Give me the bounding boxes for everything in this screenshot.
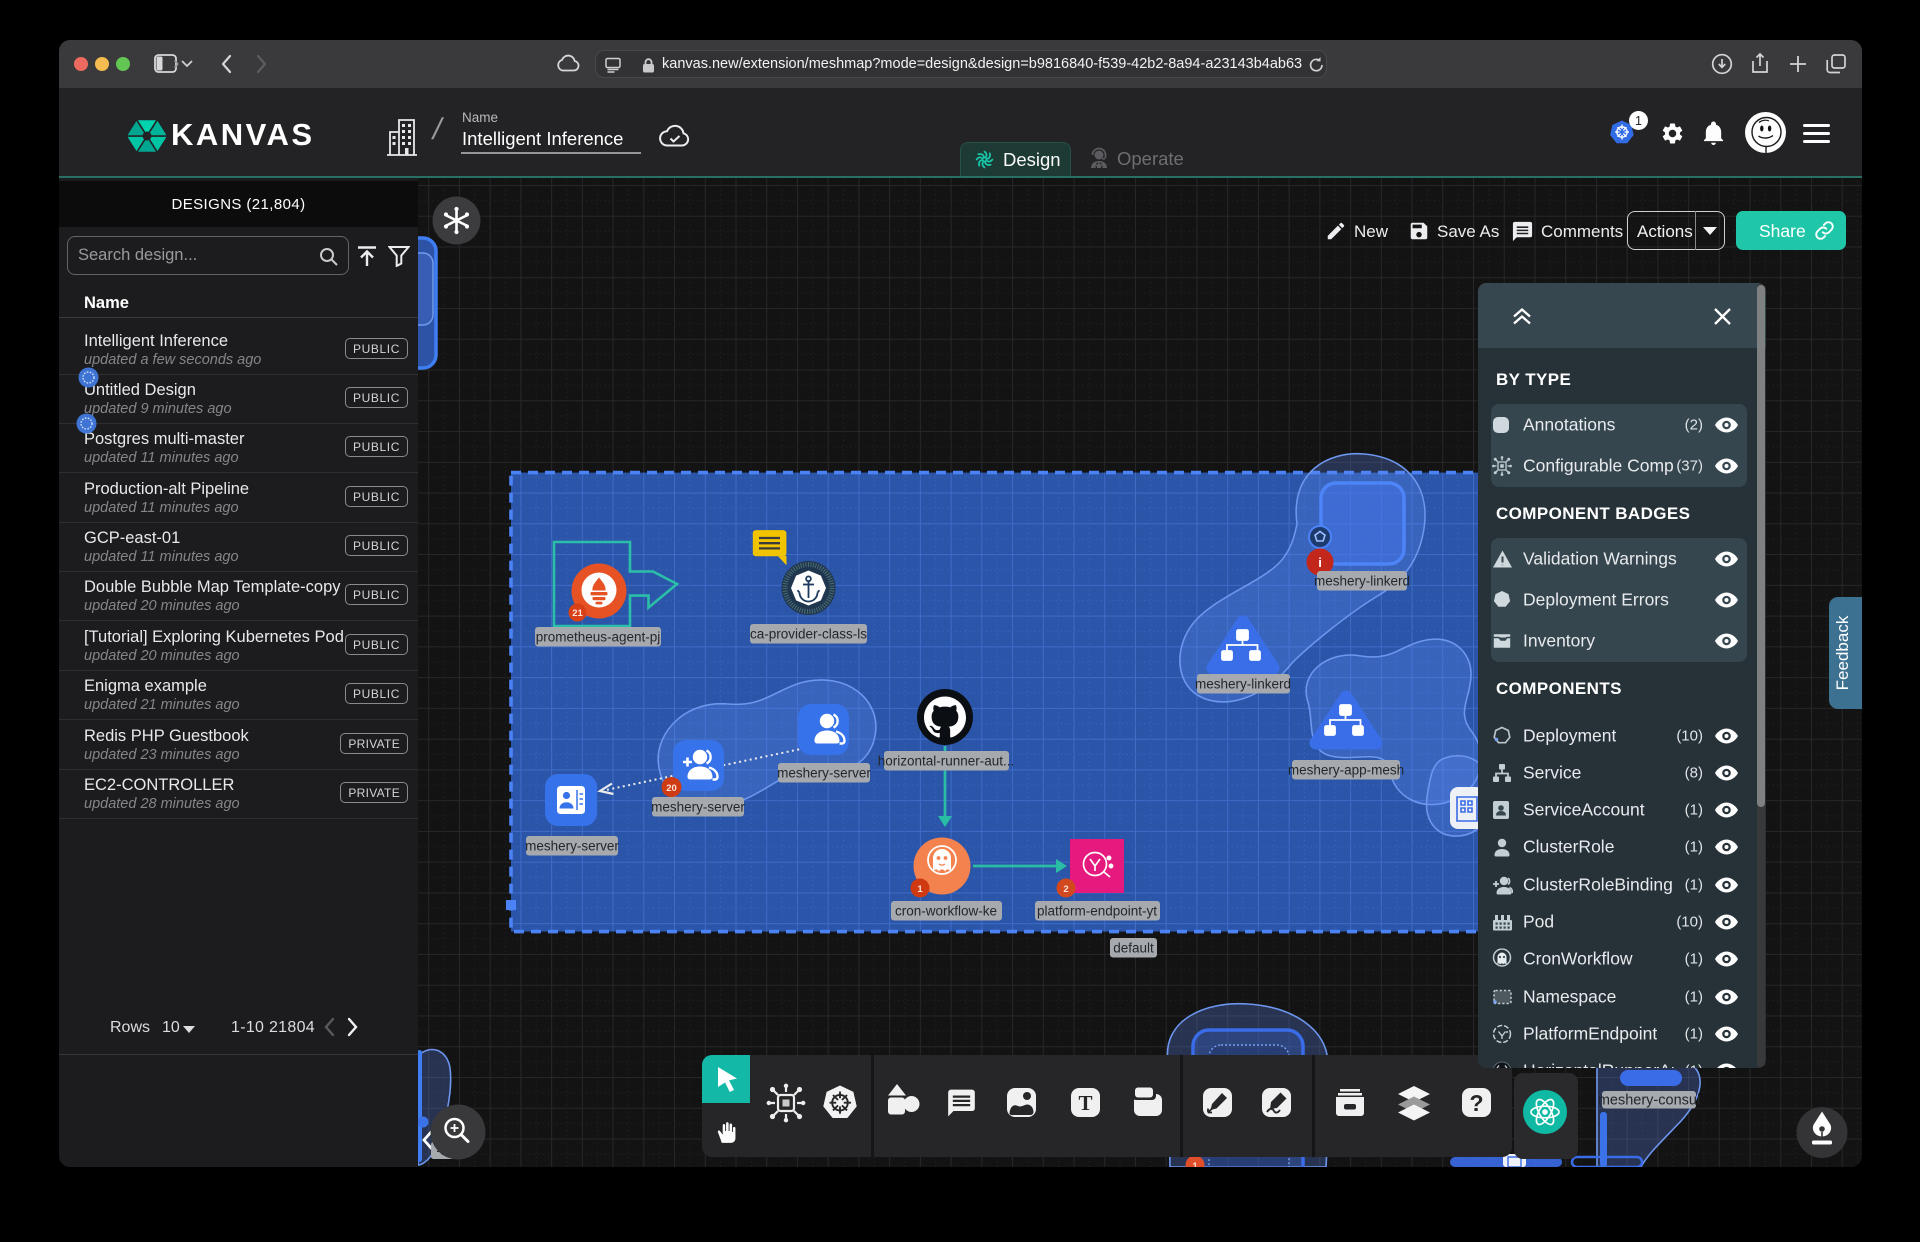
svg-text:meshery-server: meshery-server	[525, 839, 619, 854]
svg-text:cron-workflow-ke: cron-workflow-ke	[895, 904, 997, 919]
svg-text:meshery-app-mesh: meshery-app-mesh	[1288, 763, 1404, 778]
svg-text:1: 1	[917, 884, 923, 895]
svg-text:meshery-linkerd: meshery-linkerd	[1195, 677, 1291, 692]
svg-text:meshery-linkerd: meshery-linkerd	[1314, 574, 1410, 589]
svg-text:horizontal-runner-aut...: horizontal-runner-aut...	[878, 754, 1015, 769]
svg-text:meshery-server: meshery-server	[777, 766, 871, 781]
svg-text:ca-provider-class-ls: ca-provider-class-ls	[750, 627, 867, 642]
svg-text:21: 21	[572, 608, 583, 619]
svg-text:platform-endpoint-yt: platform-endpoint-yt	[1037, 904, 1157, 919]
svg-text:i: i	[1318, 555, 1322, 570]
svg-text:?: ?	[1469, 1090, 1483, 1116]
svg-text:1: 1	[1192, 1161, 1198, 1167]
svg-text:T: T	[1078, 1091, 1092, 1115]
svg-text:meshery-server: meshery-server	[651, 800, 745, 815]
svg-text:default: default	[1113, 941, 1154, 956]
svg-text:prometheus-agent-pj: prometheus-agent-pj	[536, 630, 661, 645]
svg-text:20: 20	[666, 783, 677, 794]
svg-text:meshery-consul: meshery-consul	[1598, 1093, 1700, 1109]
svg-text:2: 2	[1063, 884, 1068, 895]
